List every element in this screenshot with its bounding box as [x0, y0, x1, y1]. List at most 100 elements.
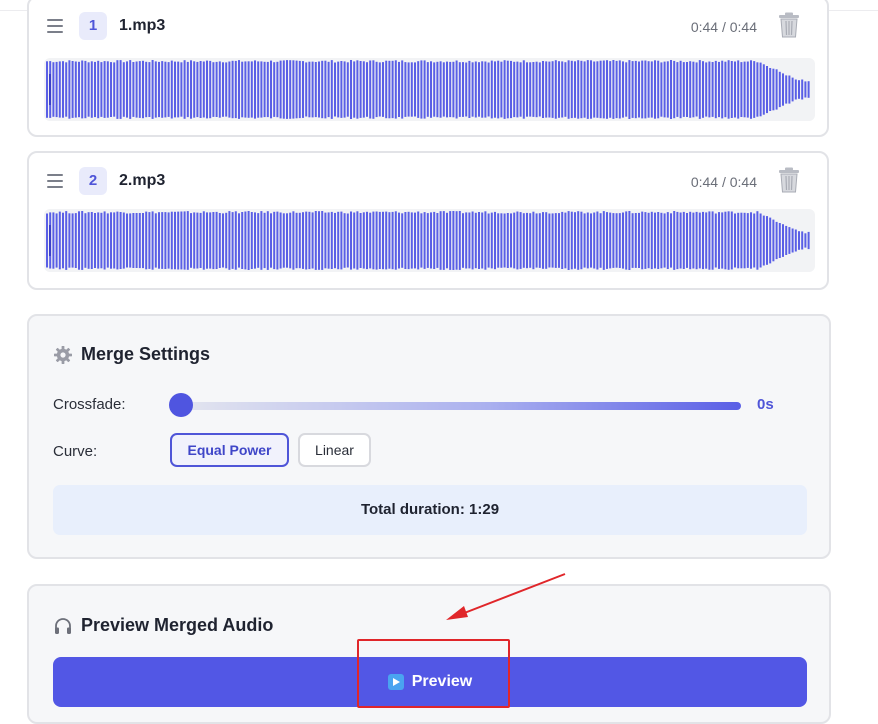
waveform-bar [362, 212, 365, 269]
waveform-bar [81, 60, 84, 119]
waveform-bar [612, 60, 615, 119]
crossfade-slider-handle[interactable] [169, 393, 193, 417]
waveform-bar [567, 60, 570, 119]
waveform-bar [110, 62, 112, 117]
waveform-bar [513, 212, 516, 269]
waveform-bar [337, 61, 340, 118]
curve-equal-power-button[interactable]: Equal Power [170, 433, 289, 467]
crossfade-slider[interactable] [181, 402, 741, 410]
waveform-bar [692, 212, 695, 269]
curve-linear-button[interactable]: Linear [298, 433, 371, 467]
merge-settings-panel: Merge Settings Crossfade: 0s Curve: Equa… [27, 314, 831, 559]
waveform-bar [350, 60, 352, 119]
waveform-bar [231, 60, 234, 119]
waveform-bar [622, 212, 624, 269]
waveform-bar [238, 60, 240, 119]
waveform-bar [126, 213, 128, 268]
waveform-bar [708, 211, 711, 270]
track-number-badge: 2 [79, 167, 107, 195]
waveform-bar [660, 212, 663, 269]
waveform-bar [161, 61, 164, 118]
waveform-bar [628, 60, 631, 119]
waveform-bar [641, 60, 644, 119]
waveform-bar [474, 212, 477, 269]
waveform-bar [145, 61, 148, 118]
waveform-bar [270, 60, 272, 119]
trash-icon[interactable] [777, 167, 801, 193]
waveform-bar [558, 213, 560, 268]
waveform-bar [337, 211, 340, 270]
waveform-bar [298, 60, 301, 119]
waveform-bar [721, 212, 724, 269]
waveform-bar [388, 212, 391, 269]
waveform-bar [750, 60, 752, 119]
track-card: 1 1.mp3 0:44 / 0:44 [27, 0, 829, 137]
waveform-bar [503, 60, 506, 119]
track-header: 1 1.mp3 0:44 / 0:44 [29, 12, 827, 42]
waveform-bar [414, 62, 416, 117]
waveform-bar [692, 61, 695, 118]
waveform-bar [225, 62, 228, 117]
waveform-bar [778, 71, 781, 108]
waveform-bar [116, 211, 119, 270]
waveform-bar [289, 212, 292, 269]
waveform-bar [433, 211, 436, 269]
waveform-bar [753, 213, 756, 268]
drag-handle-icon[interactable] [47, 19, 63, 33]
waveform-bar [218, 61, 221, 118]
waveform-bar [634, 213, 637, 268]
crossfade-value: 0s [757, 396, 774, 413]
waveform-bar [247, 61, 250, 118]
waveform-bar [250, 212, 253, 269]
waveform-bar [650, 211, 653, 270]
waveform-bar [481, 212, 484, 269]
waveform-bar [183, 60, 186, 119]
preview-button[interactable]: Preview [53, 657, 807, 707]
waveform-bar [772, 68, 775, 111]
waveform-bar [190, 60, 192, 119]
waveform-bar [666, 61, 669, 118]
waveform-bar [218, 213, 221, 268]
waveform-bar [327, 61, 330, 118]
waveform-bar [606, 212, 608, 269]
waveform-bar [570, 60, 573, 119]
waveform-bar [788, 227, 791, 254]
waveform-bar [510, 60, 512, 119]
waveform-bar [286, 60, 288, 119]
waveform-bar [62, 212, 64, 269]
waveform-bar [442, 211, 445, 270]
waveform-bar [65, 62, 68, 117]
waveform-bar [410, 212, 413, 269]
waveform-bar [446, 61, 448, 118]
waveform-bar [138, 61, 141, 118]
waveform-bar [122, 212, 125, 269]
waveform-bar [286, 213, 288, 268]
waveform-bar [346, 62, 349, 117]
waveform-bar [519, 62, 522, 117]
waveform-bar [746, 213, 749, 268]
waveform-bar [631, 61, 634, 118]
waveform-bar [46, 213, 48, 268]
waveform-bar [129, 213, 132, 268]
waveform-bar [359, 213, 362, 268]
waveform-bar [436, 61, 439, 118]
waveform-bar [308, 211, 311, 270]
waveform-bar [58, 211, 61, 270]
waveform-graphic [46, 60, 810, 119]
waveform-bar [670, 213, 672, 268]
drag-handle-icon[interactable] [47, 174, 63, 188]
waveform[interactable] [44, 209, 815, 272]
waveform-bar [126, 61, 128, 118]
trash-icon[interactable] [777, 12, 801, 38]
waveform[interactable] [44, 58, 815, 121]
waveform-bar [378, 211, 381, 269]
waveform-bar [714, 213, 717, 268]
waveform-bar [257, 213, 260, 268]
waveform-bar [302, 61, 304, 118]
waveform-bar [106, 213, 109, 268]
waveform-bar [90, 61, 93, 118]
playhead-cursor [49, 225, 51, 256]
waveform-bar [196, 61, 199, 118]
waveform-bar [97, 60, 100, 119]
waveform-bar [324, 60, 327, 119]
